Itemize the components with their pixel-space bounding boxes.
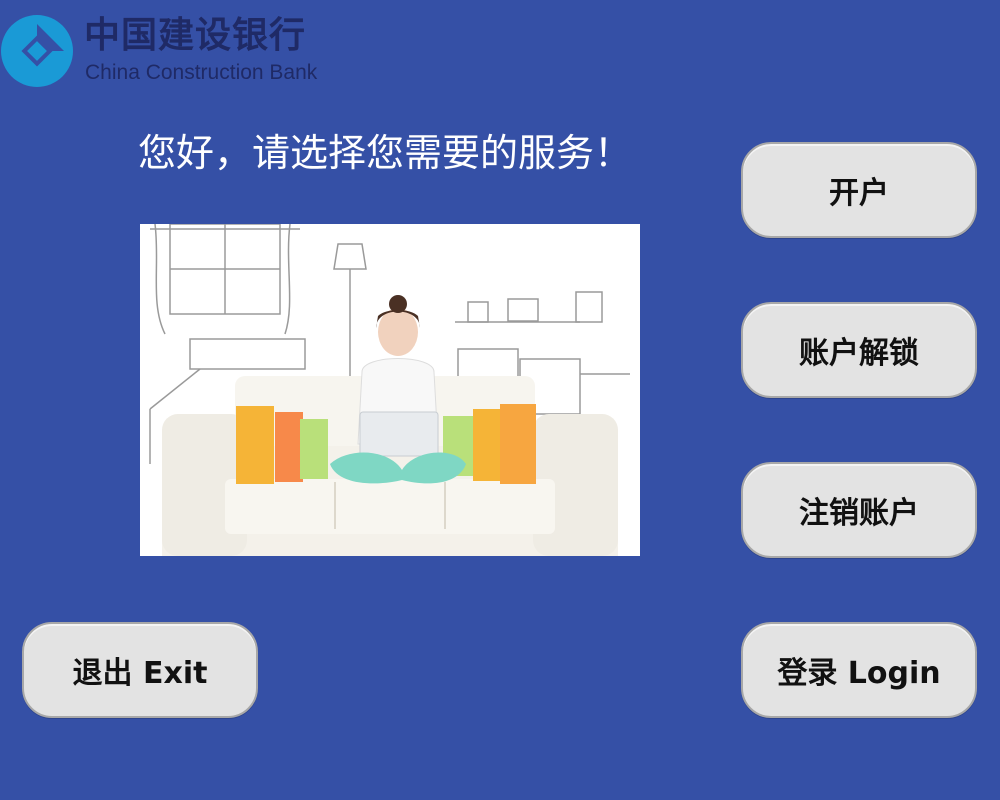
bank-logo: 中国建设银行 China Construction Bank [0,8,420,88]
close-account-button[interactable]: 注销账户 [741,462,977,558]
hero-image [140,224,640,556]
bank-name-chinese: 中国建设银行 [84,15,307,56]
exit-button[interactable]: 退出 Exit [22,622,258,718]
ccb-logo-icon [1,15,73,87]
bank-name-english: China Construction Bank [85,61,318,84]
open-account-button[interactable]: 开户 [741,142,977,238]
woman-on-sofa-shopping-photo [149,224,630,556]
unlock-account-button[interactable]: 账户解锁 [741,302,977,398]
greeting-text: 您好，请选择您需要的服务！ [138,131,633,175]
login-button[interactable]: 登录 Login [741,622,977,718]
